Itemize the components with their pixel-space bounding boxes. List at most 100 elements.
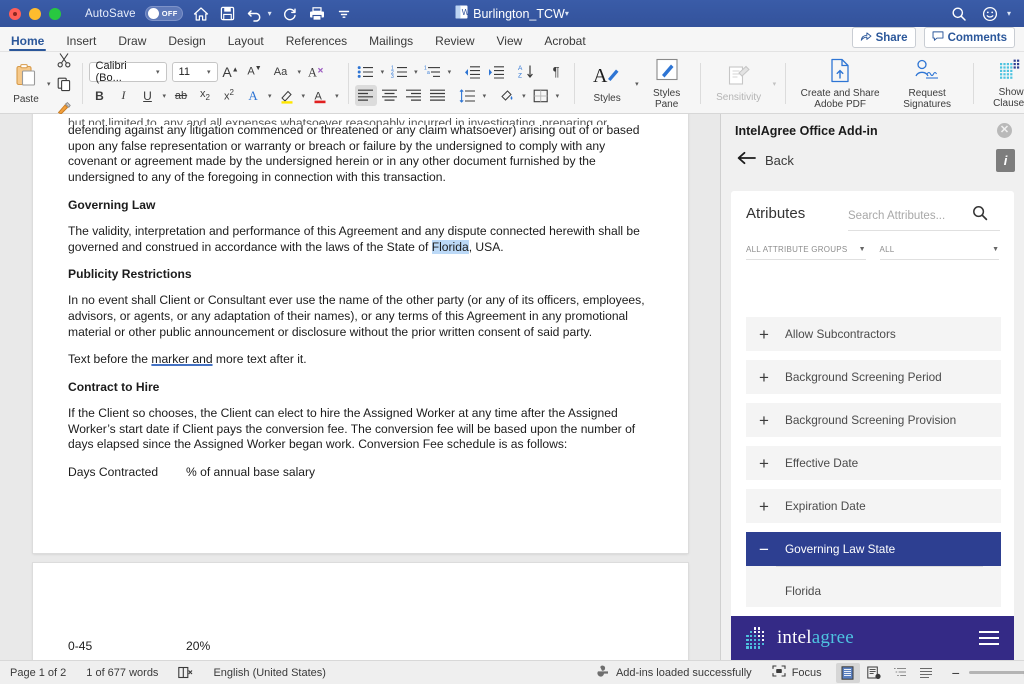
align-right-button[interactable]: [403, 85, 425, 106]
attribute-row-expiration-date[interactable]: + Expiration Date: [746, 489, 1001, 523]
back-label[interactable]: Back: [765, 153, 794, 168]
focus-button[interactable]: Focus: [762, 665, 832, 680]
font-color-dropdown-icon[interactable]: ▾: [333, 92, 341, 100]
zoom-control[interactable]: − + 125%: [942, 665, 1024, 681]
zoom-out-button[interactable]: −: [952, 665, 960, 681]
hamburger-menu-icon[interactable]: [979, 631, 999, 645]
styles-dropdown-icon[interactable]: ▾: [633, 80, 641, 88]
maximize-window-button[interactable]: [49, 8, 61, 20]
search-icon[interactable]: [950, 5, 968, 23]
expand-plus-icon[interactable]: +: [759, 498, 781, 515]
multilevel-list-dropdown-icon[interactable]: ▾: [446, 68, 454, 76]
align-left-button[interactable]: [355, 85, 377, 106]
expand-plus-icon[interactable]: +: [759, 412, 781, 429]
tab-review[interactable]: Review: [424, 35, 485, 51]
justify-button[interactable]: [427, 85, 449, 106]
paste-dropdown-icon[interactable]: ▾: [45, 80, 53, 88]
search-attributes-field[interactable]: [848, 205, 1000, 231]
tab-mailings[interactable]: Mailings: [358, 35, 424, 51]
page-indicator[interactable]: Page 1 of 2: [0, 667, 76, 679]
undo-dropdown-icon[interactable]: ▾: [268, 9, 272, 18]
view-more-details-link[interactable]: View More Details: [759, 598, 988, 607]
line-spacing-icon[interactable]: [457, 85, 479, 106]
minimize-window-button[interactable]: [29, 8, 41, 20]
tab-view[interactable]: View: [486, 35, 534, 51]
tab-layout[interactable]: Layout: [217, 35, 275, 51]
word-count[interactable]: 1 of 677 words: [76, 667, 168, 679]
tab-draw[interactable]: Draw: [107, 35, 157, 51]
language-indicator[interactable]: English (United States): [203, 667, 336, 679]
share-button[interactable]: Share: [852, 27, 916, 48]
close-icon[interactable]: ✕: [997, 123, 1012, 138]
attribute-row-allow-subcontractors[interactable]: + Allow Subcontractors: [746, 317, 1001, 351]
attribute-group-filter[interactable]: ALL ATTRIBUTE GROUPS ▼: [746, 245, 866, 260]
document-canvas[interactable]: but not limited to, any and all expenses…: [0, 114, 720, 660]
outline-view-icon[interactable]: [888, 663, 912, 683]
tab-home[interactable]: Home: [0, 35, 55, 51]
close-window-button[interactable]: [9, 8, 21, 20]
line-spacing-dropdown-icon[interactable]: ▾: [481, 92, 489, 100]
numbered-list-dropdown-icon[interactable]: ▾: [412, 68, 420, 76]
multilevel-list-icon[interactable]: 1a: [422, 61, 444, 82]
more-icon[interactable]: [335, 5, 353, 23]
styles-button[interactable]: A Styles: [581, 63, 633, 104]
document-page-2[interactable]: 0-45 20%: [33, 563, 688, 660]
document-page-1[interactable]: but not limited to, any and all expenses…: [33, 114, 688, 553]
styles-pane-button[interactable]: Styles Pane: [641, 58, 693, 110]
proofing-icon[interactable]: [168, 666, 203, 680]
subscript-button[interactable]: x2: [194, 85, 216, 106]
superscript-button[interactable]: x2: [218, 85, 240, 106]
underline-button[interactable]: U: [137, 85, 159, 106]
align-center-button[interactable]: [379, 85, 401, 106]
highlight-color-icon[interactable]: [276, 85, 298, 106]
web-layout-view-icon[interactable]: [862, 663, 886, 683]
italic-button[interactable]: I: [113, 85, 135, 106]
tab-references[interactable]: References: [275, 35, 358, 51]
request-signatures-button[interactable]: Request Signatures: [888, 58, 966, 110]
font-name-combo[interactable]: Calibri (Bo...▾: [89, 62, 167, 82]
shrink-font-icon[interactable]: A▼: [244, 61, 266, 82]
attribute-row-background-screening-period[interactable]: + Background Screening Period: [746, 360, 1001, 394]
bullet-list-icon[interactable]: [355, 61, 377, 82]
account-icon[interactable]: [981, 5, 999, 23]
change-case-icon[interactable]: Aa: [268, 61, 294, 82]
font-size-combo[interactable]: 11▾: [172, 62, 218, 82]
copy-icon[interactable]: [53, 73, 75, 94]
expand-plus-icon[interactable]: +: [759, 326, 781, 343]
attribute-all-filter[interactable]: ALL ▼: [880, 245, 1000, 260]
font-color-icon[interactable]: A: [309, 85, 331, 106]
create-share-adobe-pdf-button[interactable]: Create and Share Adobe PDF: [792, 58, 888, 110]
print-layout-view-icon[interactable]: [836, 663, 860, 683]
redo-icon[interactable]: [281, 5, 299, 23]
save-icon[interactable]: [219, 5, 237, 23]
draft-view-icon[interactable]: [914, 663, 938, 683]
autosave-toggle[interactable]: OFF: [145, 6, 183, 21]
document-title[interactable]: W Burlington_TCW ▾: [382, 5, 642, 22]
clear-formatting-icon[interactable]: A: [305, 61, 327, 82]
attribute-row-governing-law-state[interactable]: − Governing Law State: [746, 532, 1001, 566]
paste-button[interactable]: Paste: [7, 63, 45, 105]
text-effects-dropdown-icon[interactable]: ▾: [266, 92, 274, 100]
sensitivity-button[interactable]: Sensitivity: [707, 64, 771, 103]
bold-button[interactable]: B: [89, 85, 111, 106]
text-effects-icon[interactable]: A: [242, 85, 264, 106]
bullet-list-dropdown-icon[interactable]: ▾: [379, 68, 387, 76]
grow-font-icon[interactable]: A▲: [220, 61, 242, 82]
show-clauses-button[interactable]: Show Clauses: [980, 59, 1024, 109]
tab-acrobat[interactable]: Acrobat: [533, 35, 596, 51]
highlight-dropdown-icon[interactable]: ▾: [300, 92, 308, 100]
underline-dropdown-icon[interactable]: ▾: [161, 92, 169, 100]
info-icon[interactable]: i: [996, 149, 1015, 172]
attribute-row-effective-date[interactable]: + Effective Date: [746, 446, 1001, 480]
zoom-slider[interactable]: [969, 671, 1024, 674]
expand-plus-icon[interactable]: +: [759, 455, 781, 472]
attribute-row-background-screening-provision[interactable]: + Background Screening Provision: [746, 403, 1001, 437]
shading-dropdown-icon[interactable]: ▾: [520, 92, 528, 100]
strikethrough-button[interactable]: ab: [170, 85, 192, 106]
search-icon[interactable]: [972, 205, 988, 226]
attributes-list[interactable]: + Allow Subcontractors + Background Scre…: [746, 317, 1001, 607]
sort-icon[interactable]: AZ: [515, 61, 537, 82]
title-dropdown-icon[interactable]: ▾: [565, 9, 569, 18]
change-case-dropdown-icon[interactable]: ▾: [296, 68, 304, 76]
search-input[interactable]: [848, 210, 972, 222]
